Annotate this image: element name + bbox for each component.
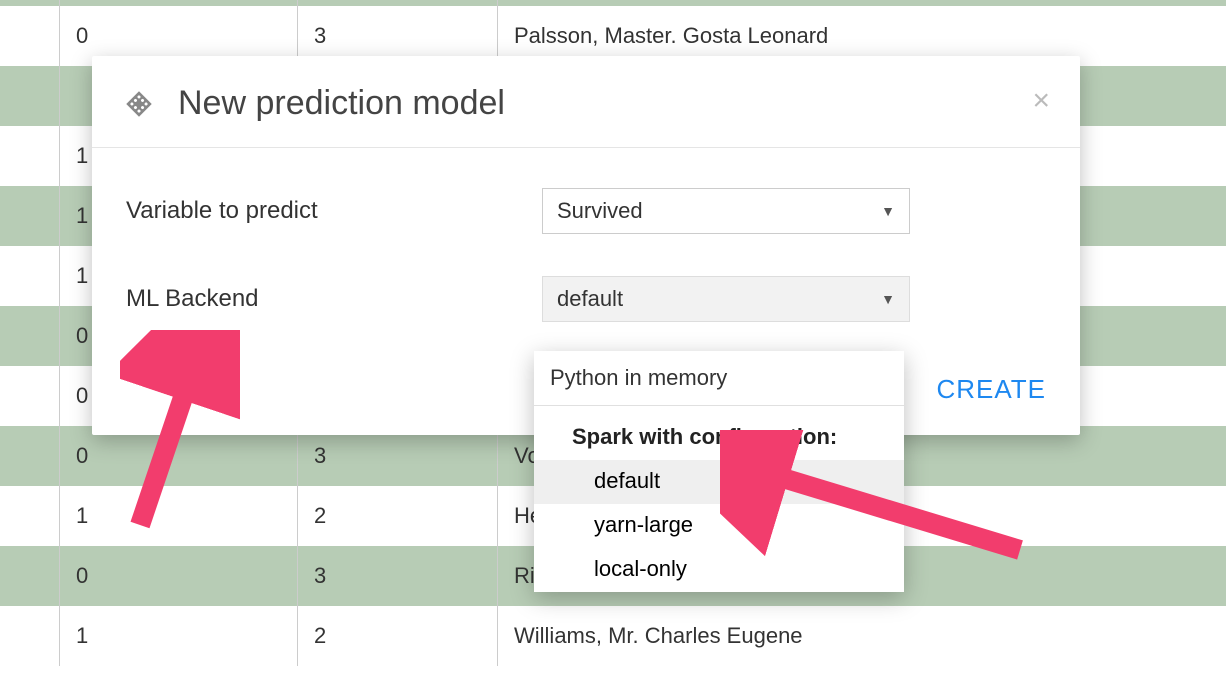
table-cell: 1 [60,606,298,666]
table-cell [0,246,60,306]
form-row-variable: Variable to predict Survived ▼ [126,188,1046,234]
label-variable-to-predict: Variable to predict [126,197,542,225]
form-row-ml-backend: ML Backend default ▼ [126,276,1046,322]
table-cell: 2 [298,486,498,546]
table-cell [1208,246,1226,306]
table-cell: 2 [298,606,498,666]
table-cell [1208,606,1226,666]
ml-backend-dropdown: Python in memory Spark with configuratio… [534,351,904,592]
modal-body: Variable to predict Survived ▼ ML Backen… [92,148,1080,374]
modal-header: New prediction model × [92,56,1080,148]
table-cell [0,546,60,606]
dropdown-option-yarn-large[interactable]: yarn-large [534,504,904,548]
table-cell [0,66,60,126]
close-icon[interactable]: × [1032,86,1050,116]
select-backend-value: default [557,286,623,312]
table-cell [1208,366,1226,426]
select-variable-value: Survived [557,198,643,224]
table-cell [1208,546,1226,606]
model-icon [124,89,154,119]
table-cell [1208,186,1226,246]
table-cell [1208,126,1226,186]
table-cell: 0 [60,426,298,486]
select-ml-backend[interactable]: default ▼ [542,276,910,322]
dropdown-option-default[interactable]: default [534,460,904,504]
table-cell: 3 [298,546,498,606]
dropdown-option-local-only[interactable]: local-only [534,548,904,592]
table-cell [0,306,60,366]
select-variable-to-predict[interactable]: Survived ▼ [542,188,910,234]
table-cell [0,606,60,666]
modal-title: New prediction model [178,84,505,123]
table-cell [0,186,60,246]
table-cell: 3 [298,426,498,486]
table-cell [0,486,60,546]
table-cell: 0 [60,546,298,606]
table-cell [0,426,60,486]
dropdown-item-python-in-memory[interactable]: Python in memory [534,351,904,405]
table-cell [1208,486,1226,546]
table-cell [0,6,60,66]
table-cell [1208,6,1226,66]
label-ml-backend: ML Backend [126,285,542,313]
create-button[interactable]: CREATE [936,374,1046,405]
dropdown-header-spark: Spark with configuration: [534,406,904,460]
table-cell [0,126,60,186]
table-row: 12Williams, Mr. Charles Eugene [0,606,1226,666]
table-cell [1208,306,1226,366]
table-cell: 1 [60,486,298,546]
chevron-down-icon: ▼ [881,203,895,219]
table-cell: Williams, Mr. Charles Eugene [498,606,1208,666]
table-cell [0,366,60,426]
table-cell [1208,66,1226,126]
table-cell [1208,426,1226,486]
chevron-down-icon: ▼ [881,291,895,307]
